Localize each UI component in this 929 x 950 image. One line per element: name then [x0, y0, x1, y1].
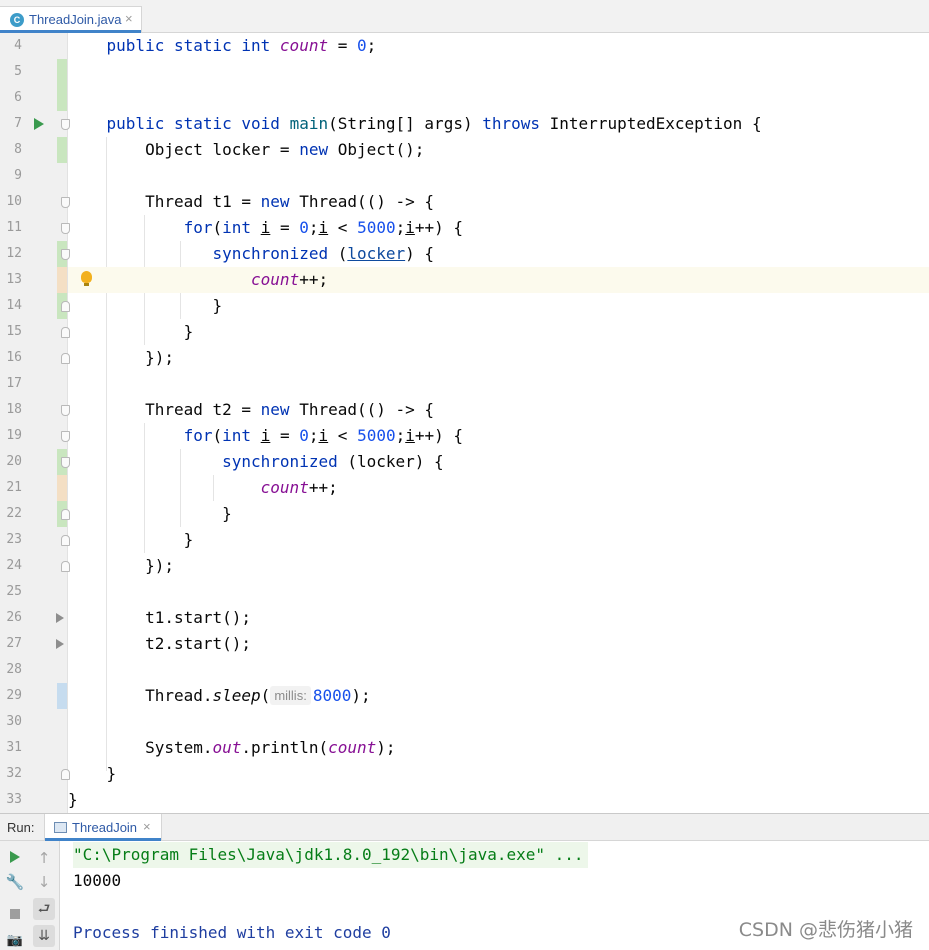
editor-gutter: 4 5 6 7 8 9 10 11 12 13 14 15 16 17 18 1…: [0, 33, 70, 813]
close-icon[interactable]: ×: [125, 11, 133, 26]
line-number: 15: [6, 324, 22, 339]
line-number: 29: [6, 688, 22, 703]
change-marker[interactable]: [57, 137, 67, 163]
console-output-line: 10000: [73, 871, 122, 890]
change-marker[interactable]: [57, 85, 67, 111]
change-marker[interactable]: [57, 683, 67, 709]
close-icon[interactable]: ×: [143, 819, 151, 834]
arrow-up-icon[interactable]: ↑: [34, 848, 54, 868]
rerun-icon[interactable]: [5, 848, 25, 868]
line-number: 17: [6, 376, 22, 391]
line-number: 7: [14, 116, 22, 131]
code-line-15[interactable]: }: [68, 319, 929, 345]
run-header: Run: ThreadJoin ×: [0, 814, 929, 841]
code-area[interactable]: public static int count = 0; public stat…: [68, 33, 929, 813]
console-exit-line: Process finished with exit code 0: [73, 923, 391, 942]
line-number: 33: [6, 792, 22, 807]
console-command-line[interactable]: "C:\Program Files\Java\jdk1.8.0_192\bin\…: [73, 842, 588, 868]
code-line-24[interactable]: });: [68, 553, 929, 579]
line-number: 16: [6, 350, 22, 365]
code-line-4[interactable]: public static int count = 0;: [68, 33, 929, 59]
line-number: 9: [14, 168, 22, 183]
run-tab-threadjoin[interactable]: ThreadJoin ×: [44, 814, 162, 841]
wrench-icon[interactable]: 🔧: [5, 872, 25, 892]
line-number: 23: [6, 532, 22, 547]
code-line-26[interactable]: t1.start();: [68, 605, 929, 631]
line-number: 28: [6, 662, 22, 677]
editor-tab-bar: C ThreadJoin.java ×: [0, 0, 929, 33]
locker-reference: locker: [347, 244, 406, 263]
line-number: 19: [6, 428, 22, 443]
line-number: 22: [6, 506, 22, 521]
line-number: 13: [6, 272, 22, 287]
code-editor[interactable]: 4 5 6 7 8 9 10 11 12 13 14 15 16 17 18 1…: [0, 33, 929, 813]
code-line-33[interactable]: }: [68, 787, 929, 813]
line-number: 18: [6, 402, 22, 417]
code-line-23[interactable]: }: [68, 527, 929, 553]
line-number: 30: [6, 714, 22, 729]
run-gutter-icon[interactable]: [34, 118, 44, 130]
code-line-27[interactable]: t2.start();: [68, 631, 929, 657]
line-number: 6: [14, 90, 22, 105]
soft-wrap-icon[interactable]: ⮐: [33, 898, 55, 920]
line-number: 26: [6, 610, 22, 625]
line-number: 8: [14, 142, 22, 157]
run-title: Run:: [7, 820, 35, 835]
scroll-to-end-icon[interactable]: ⇊: [33, 925, 55, 947]
code-line-18[interactable]: Thread t2 = new Thread(() -> {: [68, 397, 929, 423]
code-line-10[interactable]: Thread t1 = new Thread(() -> {: [68, 189, 929, 215]
code-line-12[interactable]: synchronized (locker) {: [68, 241, 929, 267]
code-line-32[interactable]: }: [68, 761, 929, 787]
code-line-22[interactable]: }: [68, 501, 929, 527]
line-number: 31: [6, 740, 22, 755]
line-number: 14: [6, 298, 22, 313]
line-number: 4: [14, 38, 22, 53]
code-line-31[interactable]: System.out.println(count);: [68, 735, 929, 761]
line-number: 12: [6, 246, 22, 261]
watermark: CSDN @悲伤猪小猪: [738, 919, 913, 941]
line-number: 24: [6, 558, 22, 573]
line-number: 11: [6, 220, 22, 235]
line-number: 25: [6, 584, 22, 599]
code-line-21[interactable]: count++;: [68, 475, 929, 501]
change-marker[interactable]: [57, 267, 67, 293]
line-number: 20: [6, 454, 22, 469]
change-marker[interactable]: [57, 475, 67, 501]
code-line-8[interactable]: Object locker = new Object();: [68, 137, 929, 163]
code-line-14[interactable]: }: [68, 293, 929, 319]
line-number: 21: [6, 480, 22, 495]
arrow-down-icon[interactable]: ↓: [34, 872, 54, 892]
line-number: 10: [6, 194, 22, 209]
editor-tab-threadjoin[interactable]: C ThreadJoin.java ×: [0, 6, 142, 33]
change-marker[interactable]: [57, 59, 67, 85]
code-line-11[interactable]: for(int i = 0;i < 5000;i++) {: [68, 215, 929, 241]
code-line-16[interactable]: });: [68, 345, 929, 371]
stop-icon[interactable]: [5, 904, 25, 924]
editor-tab-label: ThreadJoin.java: [29, 12, 122, 27]
line-number: 5: [14, 64, 22, 79]
code-line-29[interactable]: Thread.sleep(millis: 8000);: [68, 683, 929, 709]
parameter-hint: millis:: [270, 686, 311, 705]
code-line-13-current[interactable]: count++;: [68, 267, 929, 293]
code-line-7[interactable]: public static void main(String[] args) t…: [68, 111, 929, 137]
lightbulb-icon[interactable]: [81, 271, 92, 286]
line-number: 32: [6, 766, 22, 781]
console-icon: [54, 822, 67, 833]
bookmark-arrow-icon[interactable]: [56, 613, 64, 623]
code-line-20[interactable]: synchronized (locker) {: [68, 449, 929, 475]
java-class-icon: C: [10, 13, 24, 27]
bookmark-arrow-icon[interactable]: [56, 639, 64, 649]
line-number: 27: [6, 636, 22, 651]
code-line-19[interactable]: for(int i = 0;i < 5000;i++) {: [68, 423, 929, 449]
run-tab-label: ThreadJoin: [72, 820, 138, 835]
run-tool-window: Run: ThreadJoin × 🔧 📷 ↑ ↓ ⮐ ⇊ "C:\Progra…: [0, 813, 929, 950]
run-toolbar: 🔧 📷 ↑ ↓ ⮐ ⇊: [0, 841, 60, 950]
camera-icon[interactable]: 📷: [5, 931, 25, 950]
